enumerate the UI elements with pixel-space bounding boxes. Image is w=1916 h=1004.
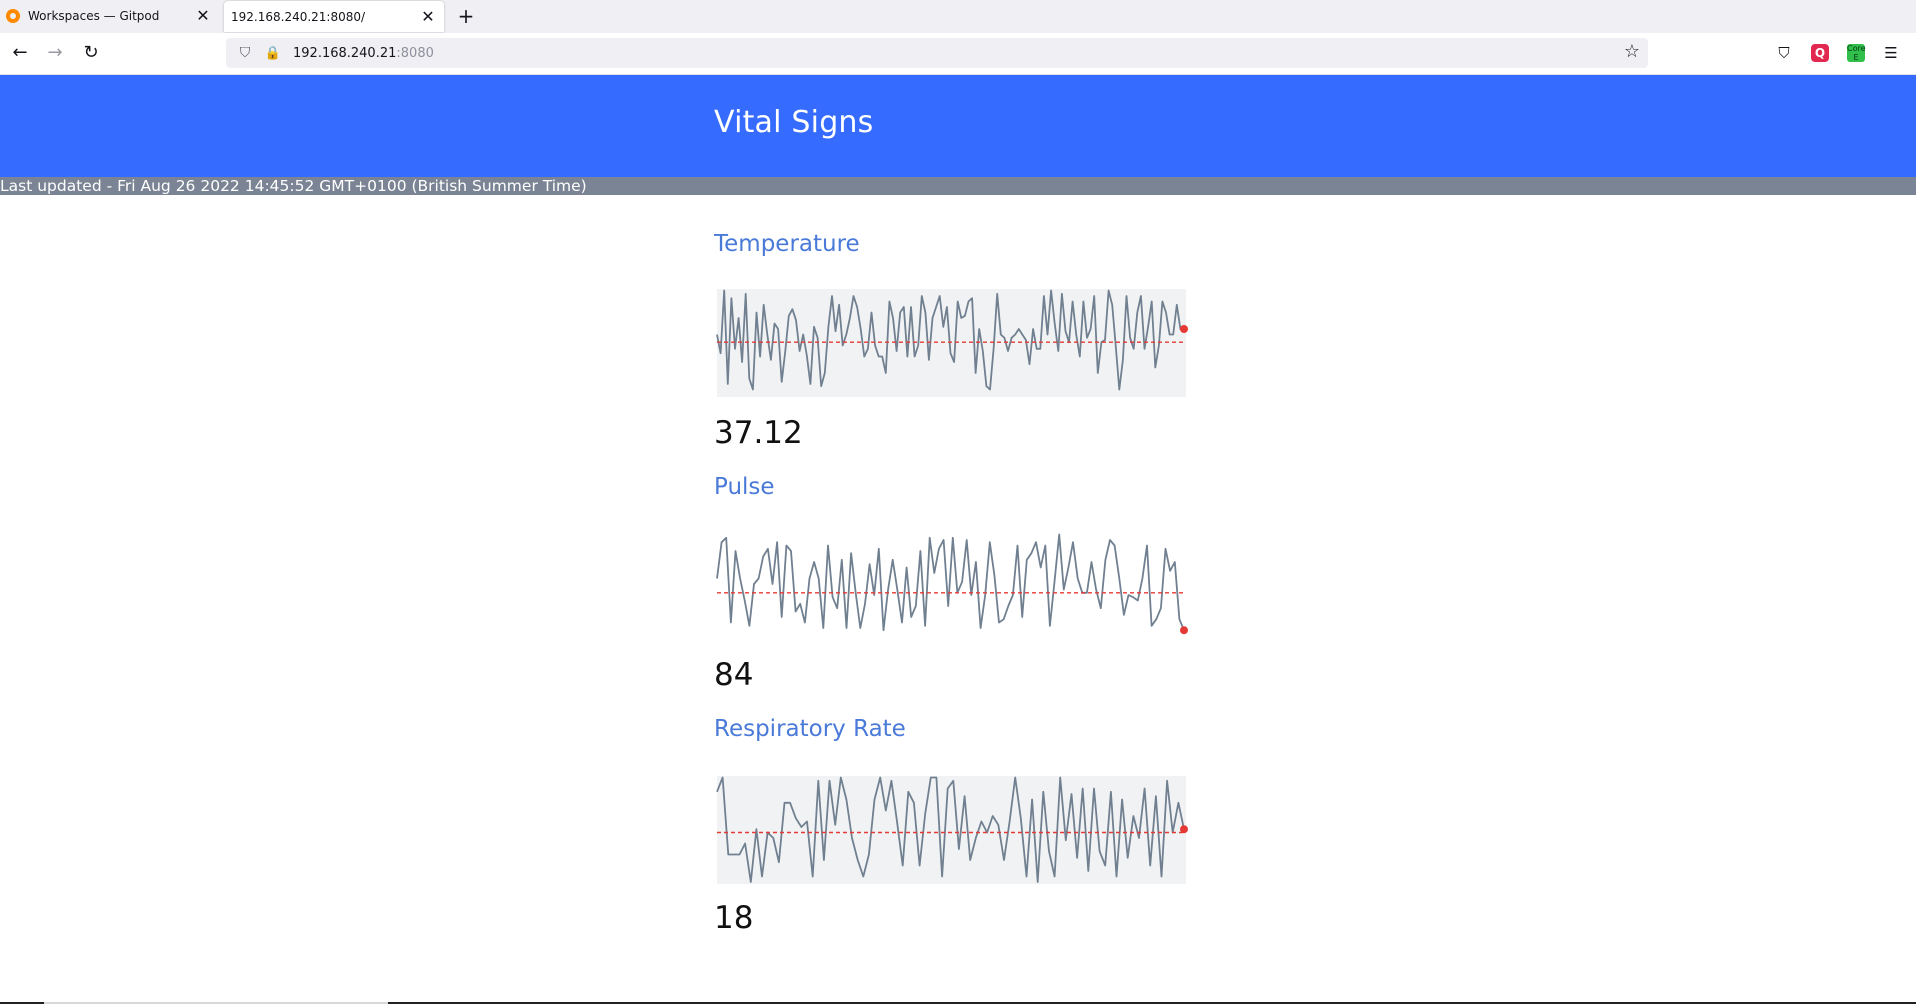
last-updated-bar: Last updated - Fri Aug 26 2022 14:45:52 … bbox=[0, 177, 1916, 195]
new-tab-button[interactable]: + bbox=[454, 4, 478, 28]
pocket-icon[interactable]: ⛉ bbox=[1773, 42, 1795, 64]
respiratory-rate-title: Respiratory Rate bbox=[714, 716, 906, 742]
tab-label: Workspaces — Gitpod bbox=[28, 8, 160, 23]
tab-gitpod-workspaces[interactable]: Workspaces — Gitpod ✕ bbox=[0, 0, 219, 31]
page-header: Vital Signs bbox=[0, 75, 1916, 177]
url-text[interactable]: 192.168.240.21:8080 bbox=[293, 46, 434, 61]
temperature-title: Temperature bbox=[714, 231, 860, 257]
pulse-title: Pulse bbox=[714, 474, 775, 500]
insecure-lock-icon[interactable]: 🔒 bbox=[263, 46, 283, 61]
pulse-value: 84 bbox=[714, 657, 754, 693]
sparkline-series bbox=[716, 533, 1185, 632]
tracking-shield-icon[interactable]: ⛉ bbox=[235, 45, 255, 61]
respiratory-rate-sparkline bbox=[716, 776, 1188, 884]
temperature-sparkline bbox=[716, 289, 1188, 397]
tab-vital-signs[interactable]: 192.168.240.21:8080/ ✕ bbox=[224, 1, 444, 32]
reload-button[interactable]: ↻ bbox=[79, 41, 103, 65]
sparkline-last-point bbox=[1180, 325, 1188, 333]
sparkline-last-point bbox=[1180, 825, 1188, 834]
gitpod-logo-icon bbox=[6, 8, 20, 23]
url-host: 192.168.240.21 bbox=[293, 45, 397, 61]
page-title: Vital Signs bbox=[714, 105, 874, 140]
browser-nav-bar: ← → ↻ ⛉ 🔒 192.168.240.21:8080 ☆ ⛉ Q Core… bbox=[0, 33, 1916, 75]
close-tab-icon[interactable]: ✕ bbox=[191, 6, 215, 25]
respiratory-rate-value: 18 bbox=[714, 900, 754, 936]
bookmark-star-icon[interactable]: ☆ bbox=[1624, 41, 1640, 62]
extension-red-icon[interactable]: Q bbox=[1811, 44, 1829, 62]
pulse-sparkline bbox=[716, 533, 1188, 635]
close-tab-icon[interactable]: ✕ bbox=[416, 7, 440, 26]
extension-core-icon[interactable]: Core E bbox=[1847, 44, 1866, 62]
menu-hamburger-icon[interactable]: ☰ bbox=[1880, 42, 1902, 64]
tab-label: 192.168.240.21:8080/ bbox=[231, 9, 366, 24]
url-port: :8080 bbox=[396, 45, 434, 61]
back-button[interactable]: ← bbox=[8, 41, 32, 65]
browser-tab-bar: Workspaces — Gitpod ✕ 192.168.240.21:808… bbox=[0, 0, 1916, 33]
address-bar[interactable]: ⛉ 🔒 192.168.240.21:8080 ☆ bbox=[226, 38, 1648, 68]
sparkline-last-point bbox=[1180, 626, 1188, 635]
temperature-value: 37.12 bbox=[714, 415, 803, 451]
forward-button[interactable]: → bbox=[43, 41, 67, 65]
